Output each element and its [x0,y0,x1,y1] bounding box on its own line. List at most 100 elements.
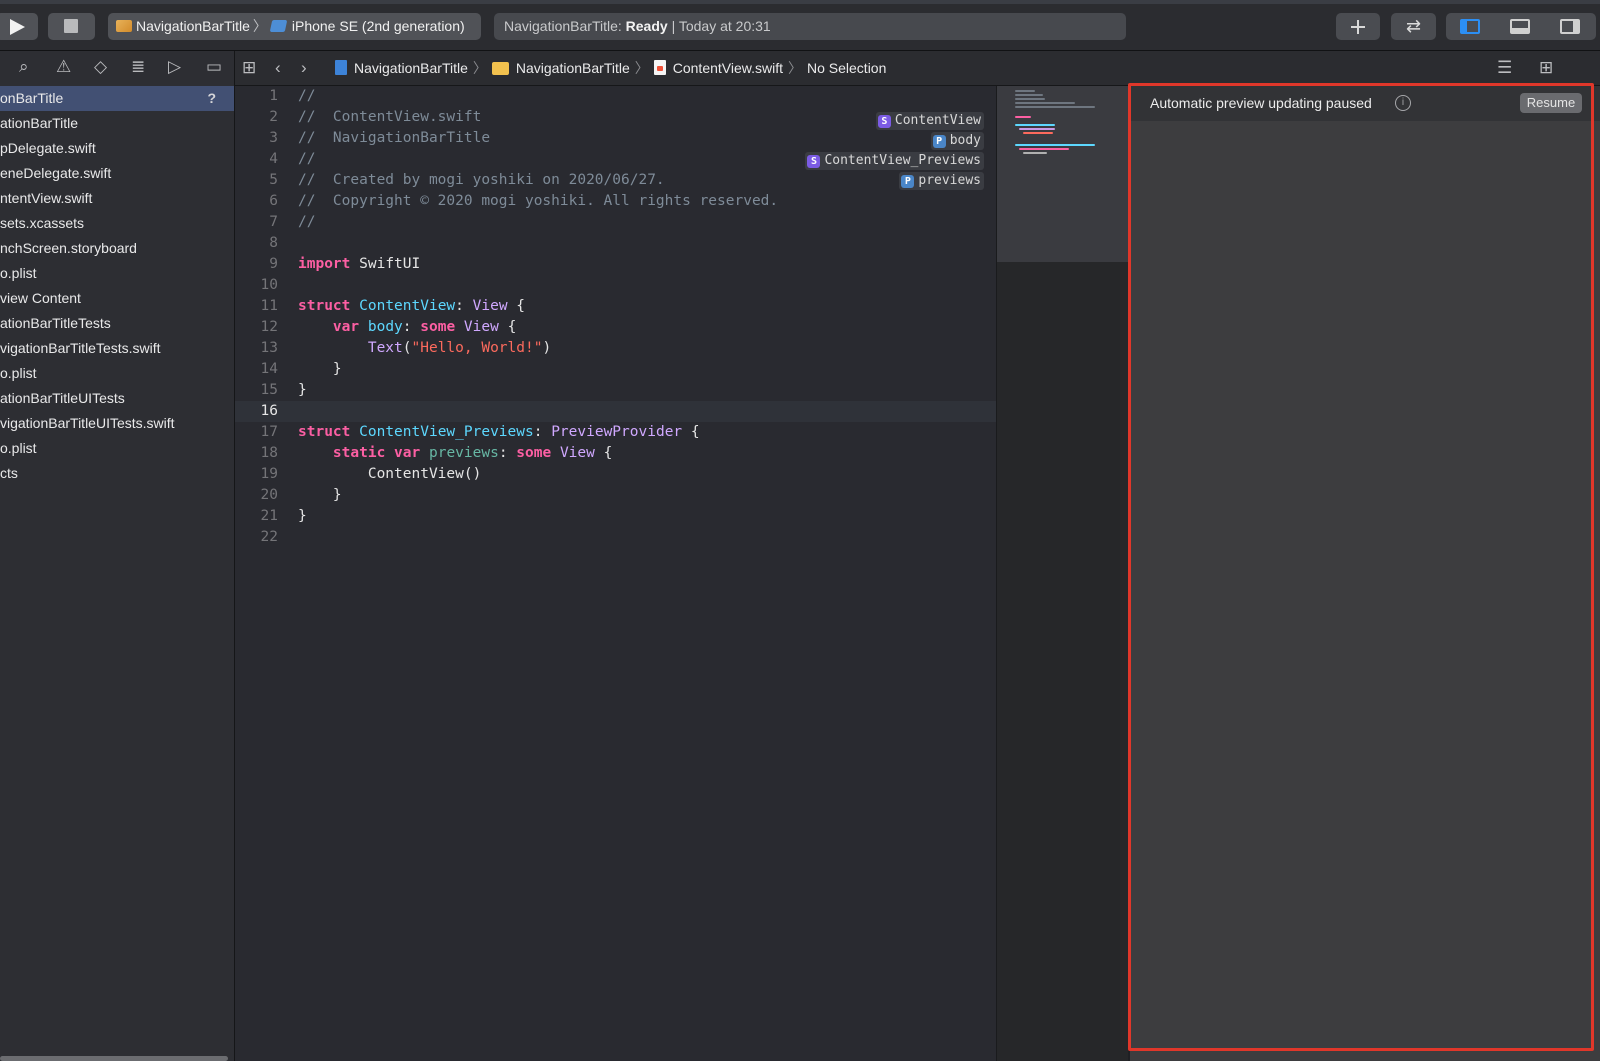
code-line: } [298,485,998,506]
breadcrumb-file[interactable]: ContentView.swift [653,51,783,85]
code-line: // [298,212,998,233]
tree-item[interactable]: ntentView.swift [0,186,234,211]
tree-item-label: nchScreen.storyboard [0,240,137,256]
breadcrumb-project[interactable]: NavigationBarTitle [335,51,468,85]
line-number: 21 [260,508,278,524]
keyword-token: static [332,445,386,461]
back-chevron-icon[interactable]: ‹ [275,58,281,78]
punctuation-token: { [603,445,613,461]
punctuation-token: } [298,382,307,398]
type-token: PreviewProvider [551,424,683,440]
code-line: ContentView() [298,464,998,485]
tree-item[interactable]: o.plist [0,361,234,386]
tree-item-label: onBarTitle [0,90,64,106]
breadcrumb-group[interactable]: NavigationBarTitle [491,51,630,85]
toggle-navigator-button[interactable] [1446,13,1496,40]
tree-item[interactable]: vigationBarTitleTests.swift [0,336,234,361]
code-line: } [298,359,998,380]
resume-button[interactable]: Resume [1520,93,1582,113]
code-line: static var previews: some View { [298,443,998,464]
tree-item-label: o.plist [0,440,37,456]
structure-mark-property[interactable]: Ppreviews [899,172,984,190]
breadcrumb-selection[interactable]: No Selection [807,51,886,85]
breadcrumb-separator-icon: 〉 [472,60,487,76]
line-number: 2 [269,109,278,125]
canvas-preview: Automatic preview updating paused i Resu… [1130,86,1600,1061]
tree-item[interactable]: nchScreen.storyboard [0,236,234,261]
structure-mark-struct[interactable]: S ContentView [875,112,984,130]
property-token: previews [428,445,499,461]
minimap-visible-region[interactable] [997,86,1128,262]
toggle-inspector-button[interactable] [1546,13,1596,40]
run-button[interactable] [0,13,38,40]
minimap-line [1015,124,1055,126]
keyword-token: var [394,445,421,461]
tree-item-label: o.plist [0,265,37,281]
minimap[interactable] [996,86,1128,1061]
scheme-app-icon [116,20,132,32]
breadcrumb: NavigationBarTitle 〉 NavigationBarTitle 〉 Co… [335,51,886,85]
code-review-button[interactable]: ⇄ [1391,13,1436,40]
related-items-grid-icon[interactable]: ⊞ [242,58,256,78]
library-plus-button[interactable] [1336,13,1380,40]
tree-item[interactable]: sets.xcassets [0,211,234,236]
keyword-token: var [332,319,360,335]
debug-navigator-icon[interactable]: ≣ [131,57,145,77]
toolbar-highlight [0,0,1600,4]
tree-item[interactable]: ationBarTitleTests [0,311,234,336]
preview-status-bar: Automatic preview updating paused i Resu… [1130,86,1600,121]
structure-mark-struct[interactable]: S ContentView_Previews [805,152,984,170]
line-number: 12 [260,319,278,335]
forward-chevron-icon[interactable]: › [301,58,307,78]
structure-mark-property[interactable]: Pbody [930,132,984,150]
test-navigator-icon[interactable]: ◇ [94,57,107,77]
breakpoint-navigator-icon[interactable]: ▷ [168,57,181,77]
tree-item[interactable]: pDelegate.swift [0,136,234,161]
minimap-line [1015,94,1043,96]
tree-item[interactable]: o.plist [0,261,234,286]
mark-label: ContentView [894,113,981,128]
minimap-line [1019,148,1069,150]
struct-badge-icon: S [877,115,891,128]
stop-button[interactable] [48,13,95,40]
type-token: View [463,319,499,335]
tree-item[interactable]: cts [0,461,234,486]
comment-text: // [298,214,316,230]
punctuation-token: () [463,466,482,482]
find-navigator-icon[interactable]: ⌕ [19,57,29,77]
line-number: 10 [260,277,278,293]
tree-item[interactable]: o.plist [0,436,234,461]
line-number: 7 [269,214,278,230]
editor-options-icon[interactable]: ☰ [1497,58,1512,78]
info-icon[interactable]: i [1395,95,1411,111]
function-token: Text [367,340,403,356]
minimap-line [1015,90,1035,92]
tree-item-label: eneDelegate.swift [0,165,112,181]
project-file-icon [335,60,347,75]
toggle-debug-area-button[interactable] [1496,13,1546,40]
code-line: // Copyright © 2020 mogi yoshiki. All ri… [298,191,998,212]
bottom-panel-icon [1510,19,1530,34]
tree-item[interactable]: ationBarTitleUITests [0,386,234,411]
breadcrumb-file-label: ContentView.swift [672,60,783,76]
issue-navigator-icon[interactable]: ⚠ [56,57,71,77]
comment-text: // ContentView.swift [298,109,482,125]
device-icon [269,20,288,32]
project-navigator: ⌕ ⚠ ◇ ≣ ▷ ▭ onBarTitle? ationBarTitle pD… [0,51,235,1061]
navigator-scrollbar[interactable] [0,1056,228,1061]
tree-item-label: pDelegate.swift [0,140,96,156]
report-navigator-icon[interactable]: ▭ [206,57,222,77]
add-editor-icon[interactable]: ⊞ [1539,58,1553,78]
code-line: // [298,86,998,107]
scheme-selector[interactable]: NavigationBarTitle 〉 iPhone SE (2nd genera… [108,13,481,40]
tree-item[interactable]: ationBarTitle [0,111,234,136]
tree-item[interactable]: onBarTitle? [0,86,234,111]
source-editor[interactable]: 1 2 3 4 5 6 7 8 9 10 11 12 13 14 15 16 17 18 19 20 21 22 // /… [235,86,996,1061]
breadcrumb-group-label: NavigationBarTitle [515,60,630,76]
tree-item[interactable]: view Content [0,286,234,311]
tree-item[interactable]: eneDelegate.swift [0,161,234,186]
comment-text: // [298,151,316,167]
tree-item[interactable]: vigationBarTitleUITests.swift [0,411,234,436]
